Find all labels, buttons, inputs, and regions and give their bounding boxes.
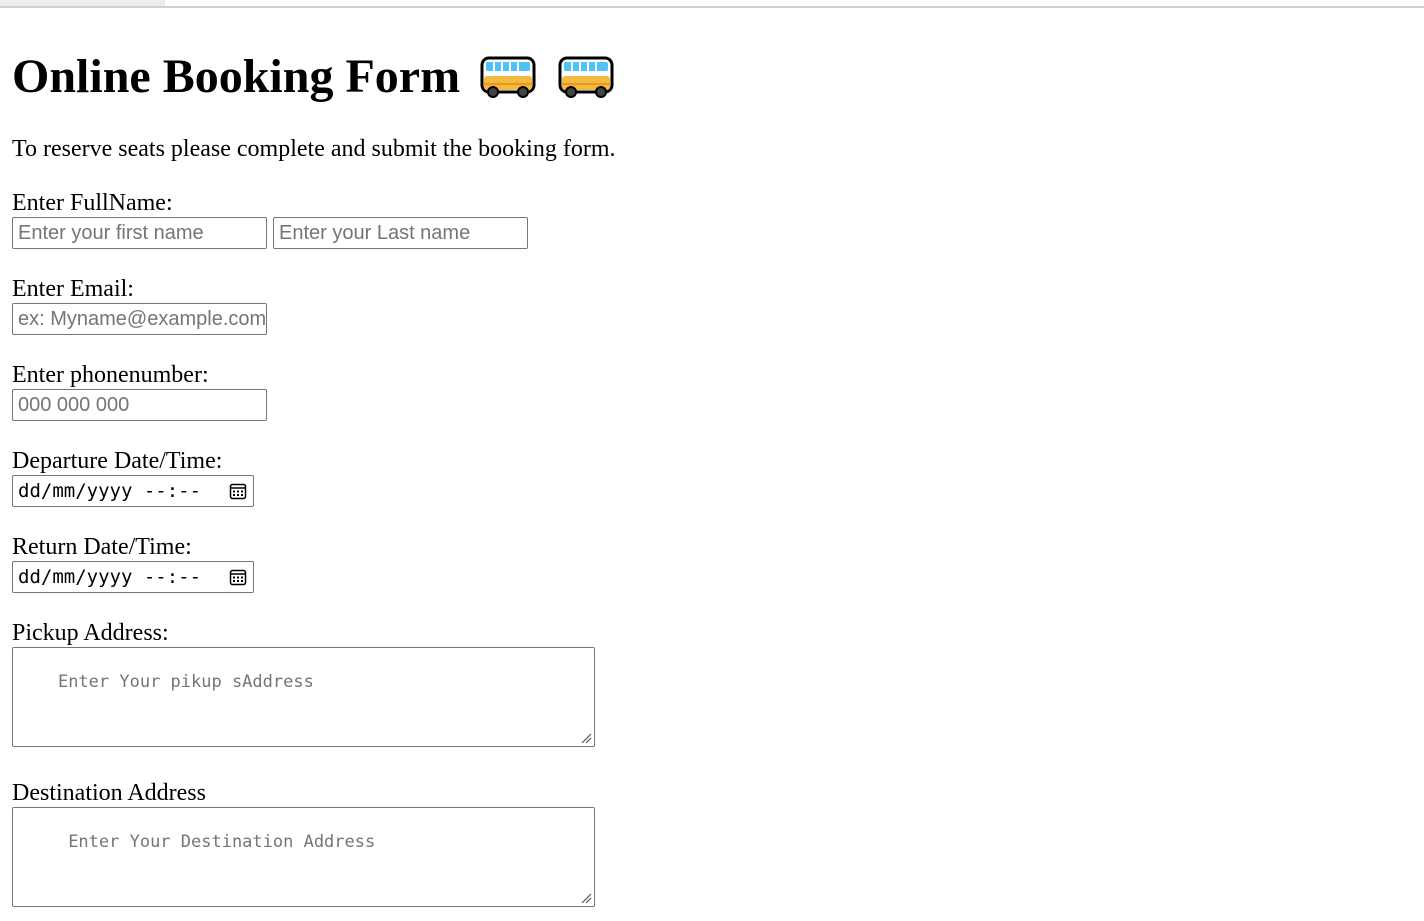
pickup-placeholder: Enter Your pikup sAddress — [57, 672, 314, 692]
departure-label: Departure Date/Time: — [12, 448, 223, 474]
departure-datetime-value: dd/mm/yyyy --:-- — [18, 480, 202, 502]
pickup-address-textarea[interactable]: Enter Your pikup sAddress — [12, 647, 595, 747]
email-label: Enter Email: — [12, 276, 134, 302]
fullname-label: Enter FullName: — [12, 190, 173, 216]
last-name-input[interactable]: Enter your Last name — [273, 217, 528, 249]
tab-strip-segment — [0, 0, 165, 6]
first-name-input[interactable]: Enter your first name — [12, 217, 267, 249]
booking-form-page: Online Booking Form To reserve seats ple… — [12, 48, 615, 907]
return-datetime-input[interactable]: dd/mm/yyyy --:-- — [12, 561, 254, 593]
page-title: Online Booking Form — [12, 48, 614, 106]
departure-datetime-input[interactable]: dd/mm/yyyy --:-- — [12, 475, 254, 507]
bus-icon — [558, 56, 614, 98]
calendar-icon[interactable] — [229, 568, 247, 586]
bus-icon — [480, 56, 536, 98]
destination-address-textarea[interactable]: Enter Your Destination Address — [12, 807, 595, 907]
destination-label: Destination Address — [12, 780, 206, 806]
destination-placeholder: Enter Your Destination Address — [57, 832, 376, 852]
page-title-text: Online Booking Form — [12, 50, 461, 103]
return-datetime-value: dd/mm/yyyy --:-- — [18, 566, 202, 588]
phone-label: Enter phonenumber: — [12, 362, 209, 388]
resize-grip-icon[interactable] — [580, 892, 592, 904]
resize-grip-icon[interactable] — [580, 732, 592, 744]
pickup-label: Pickup Address: — [12, 620, 169, 646]
phone-input[interactable]: 000 000 000 — [12, 389, 267, 421]
browser-top-edge — [0, 0, 1424, 8]
calendar-icon[interactable] — [229, 482, 247, 500]
email-input[interactable]: ex: Myname@example.com — [12, 303, 267, 335]
intro-text: To reserve seats please complete and sub… — [12, 136, 616, 162]
return-label: Return Date/Time: — [12, 534, 192, 560]
